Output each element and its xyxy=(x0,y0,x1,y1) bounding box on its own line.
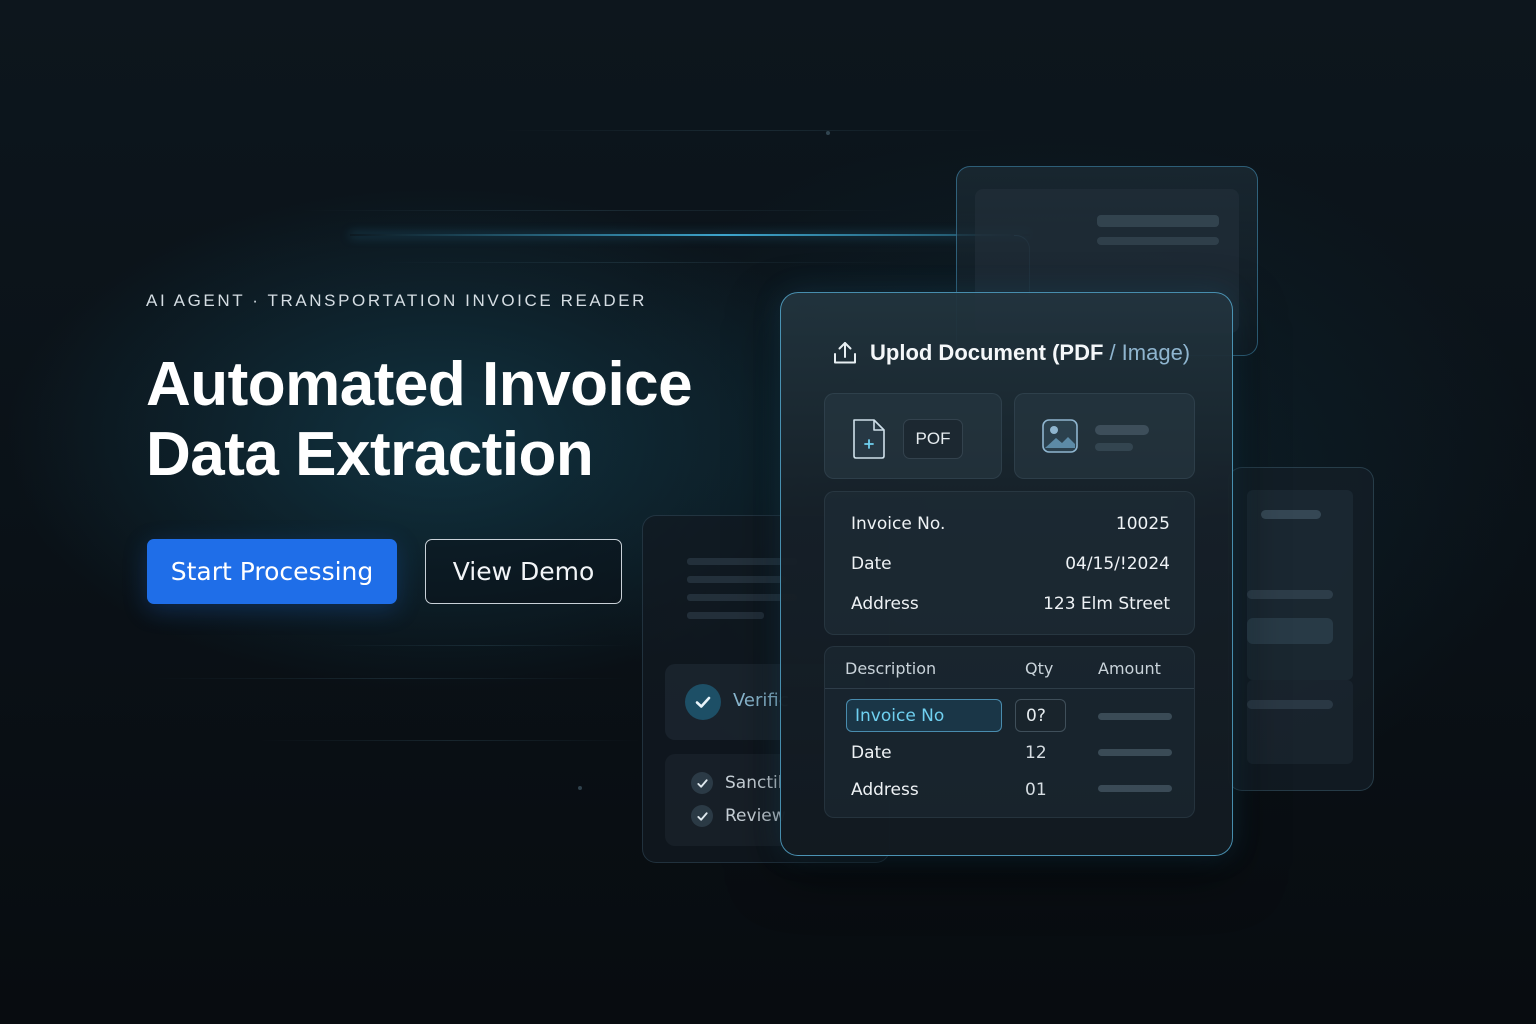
hero-title-line-2: Data Extraction xyxy=(146,420,594,489)
upload-icon xyxy=(831,339,859,367)
field-row-invoice-no: Invoice No. 10025 xyxy=(851,514,1170,534)
decor-line xyxy=(330,645,630,646)
start-processing-button[interactable]: Start Processing xyxy=(147,539,397,604)
decor-line xyxy=(300,210,900,211)
image-upload-tile[interactable] xyxy=(1014,393,1195,479)
placeholder-bar xyxy=(1095,443,1133,451)
decor-line xyxy=(260,740,640,741)
field-label: Address xyxy=(851,594,919,614)
upload-card-title-suffix: / Image) xyxy=(1109,340,1191,365)
placeholder-bar xyxy=(1247,590,1333,599)
view-demo-button[interactable]: View Demo xyxy=(425,539,622,604)
field-label: Date xyxy=(851,554,892,574)
hero-title: Automated Invoice Data Extraction xyxy=(146,350,693,490)
table-cell-description: Date xyxy=(851,743,892,763)
qty-field[interactable]: 0? xyxy=(1015,699,1066,732)
upload-card-header[interactable]: Uplod Document (PDF / Image) xyxy=(831,339,1190,367)
check-icon xyxy=(691,805,713,827)
amount-placeholder-bar xyxy=(1098,785,1172,792)
decor-line xyxy=(380,262,900,263)
table-cell-description: Address xyxy=(851,780,919,800)
column-header-description: Description xyxy=(845,659,937,678)
image-file-icon xyxy=(1041,418,1079,459)
placeholder-bar xyxy=(1097,215,1219,227)
hero-title-line-1: Automated Invoice xyxy=(146,350,693,419)
table-cell-qty: 01 xyxy=(1025,780,1047,800)
table-cell-qty: 12 xyxy=(1025,743,1047,763)
check-icon xyxy=(691,772,713,794)
amount-placeholder-bar xyxy=(1098,713,1172,720)
glow-line xyxy=(350,234,1030,236)
decor-line xyxy=(150,678,630,679)
placeholder-bar xyxy=(1247,700,1333,709)
pdf-file-icon xyxy=(851,418,887,465)
field-row-date: Date 04/15/!2024 xyxy=(851,554,1170,574)
field-value: 10025 xyxy=(1115,514,1170,534)
decor-dot xyxy=(826,131,830,135)
pdf-upload-tile[interactable]: POF xyxy=(824,393,1002,479)
placeholder-bar xyxy=(1097,237,1219,245)
placeholder-bar xyxy=(1261,510,1321,519)
description-field-selected[interactable]: Invoice No xyxy=(846,699,1002,732)
check-circle-icon xyxy=(685,684,721,720)
decor-line xyxy=(500,130,1000,131)
placeholder-block xyxy=(1247,618,1333,644)
pdf-format-chip[interactable]: POF xyxy=(903,419,963,459)
upload-card-title: Uplod Document (PDF xyxy=(870,340,1104,365)
background-panel-right xyxy=(1228,467,1374,791)
checklist-label: Review xyxy=(725,806,786,826)
checklist-label: Sanctil xyxy=(725,773,783,793)
column-header-amount: Amount xyxy=(1098,659,1161,678)
table-header: Description Qty Amount xyxy=(825,647,1194,689)
decor-dot xyxy=(578,786,582,790)
extracted-fields: Invoice No. 10025 Date 04/15/!2024 Addre… xyxy=(824,491,1195,635)
field-value: 123 Elm Street xyxy=(1043,594,1170,614)
line-items-table: Description Qty Amount Invoice No 0? Dat… xyxy=(824,646,1195,818)
amount-placeholder-bar xyxy=(1098,749,1172,756)
placeholder-bar xyxy=(1095,425,1149,435)
hero-eyebrow: AI AGENT · TRANSPORTATION INVOICE READER xyxy=(146,291,648,310)
placeholder-block xyxy=(1247,680,1353,764)
checklist-item: Review xyxy=(691,805,786,827)
field-value: 04/15/!2024 xyxy=(1065,554,1170,574)
checklist-item: Sanctil xyxy=(691,772,782,794)
field-label: Invoice No. xyxy=(851,514,946,534)
field-row-address: Address 123 Elm Street xyxy=(851,594,1170,614)
column-header-qty: Qty xyxy=(1025,659,1054,678)
upload-card: Uplod Document (PDF / Image) POF Invoice… xyxy=(780,292,1233,856)
